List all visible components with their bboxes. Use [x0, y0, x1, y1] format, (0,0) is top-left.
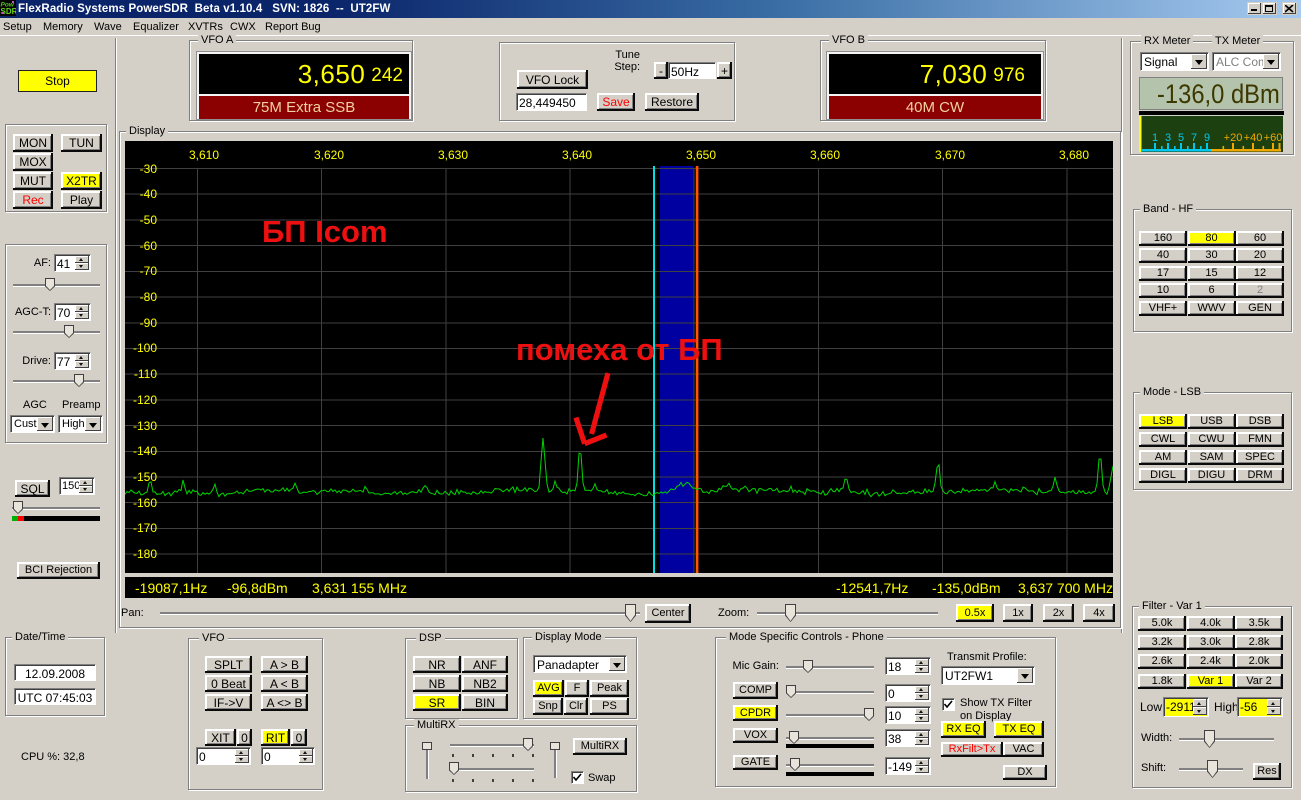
svg-text:-110: -110: [134, 367, 157, 381]
svg-text:3,650: 3,650: [686, 148, 716, 162]
svg-text:-50: -50: [140, 213, 158, 227]
svg-text:7: 7: [1191, 132, 1197, 144]
svg-text:3,670: 3,670: [935, 148, 965, 162]
svg-text:помеха от БП: помеха от БП: [516, 332, 723, 367]
svg-text:-160: -160: [133, 496, 157, 510]
svg-text:-140: -140: [133, 444, 157, 458]
svg-text:3,610: 3,610: [189, 148, 219, 162]
svg-text:1: 1: [1152, 132, 1158, 144]
svg-text:-130: -130: [133, 419, 157, 433]
svg-text:+20: +20: [1224, 132, 1243, 144]
svg-text:5: 5: [1178, 132, 1184, 144]
svg-text:3,680: 3,680: [1059, 148, 1089, 162]
svg-text:-60: -60: [140, 239, 158, 253]
svg-text:+60: +60: [1264, 132, 1283, 144]
svg-text:-90: -90: [140, 316, 158, 330]
svg-text:3,620: 3,620: [314, 148, 344, 162]
svg-text:SDR: SDR: [1, 7, 17, 16]
svg-text:-120: -120: [133, 393, 157, 407]
svg-text:-170: -170: [133, 521, 157, 535]
svg-text:-40: -40: [140, 187, 158, 201]
svg-text:БП Icom: БП Icom: [262, 214, 388, 249]
svg-text:9: 9: [1204, 132, 1210, 144]
svg-text:-150: -150: [133, 470, 157, 484]
svg-text:-30: -30: [140, 162, 158, 176]
svg-text:-70: -70: [140, 264, 158, 278]
svg-text:-100: -100: [133, 341, 157, 355]
svg-text:-180: -180: [133, 547, 157, 561]
svg-text:+40: +40: [1244, 132, 1263, 144]
svg-text:3: 3: [1165, 132, 1171, 144]
svg-text:3,660: 3,660: [810, 148, 840, 162]
svg-text:3,640: 3,640: [562, 148, 592, 162]
svg-text:-80: -80: [140, 290, 158, 304]
svg-text:3,630: 3,630: [438, 148, 468, 162]
